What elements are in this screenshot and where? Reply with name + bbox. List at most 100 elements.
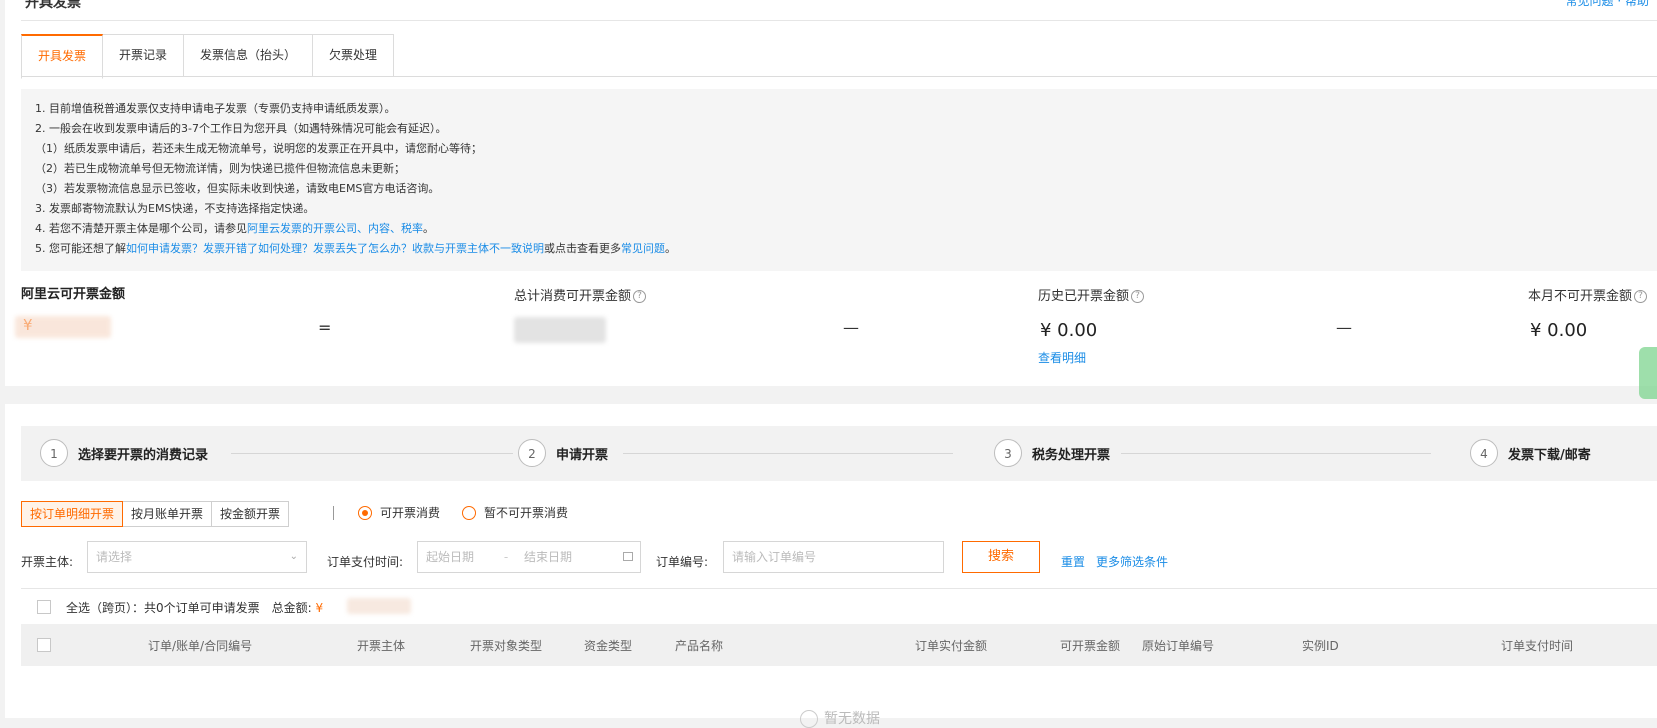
invoice-top-panel: 开具发票 常见问题 · 帮助 开具发票 开票记录 发票信息（抬头） 欠票处理 1…	[5, 0, 1657, 399]
tabs-divider	[21, 76, 1657, 77]
header-help-link[interactable]: 常见问题 · 帮助	[1566, 0, 1649, 9]
header-divider	[21, 20, 1657, 21]
notice-line-1: 1. 目前增值税普通发票仅支持申请电子发票（专票仍支持申请纸质发票）。	[35, 102, 396, 115]
total-amount-mask	[514, 317, 606, 343]
select-all-count: 全选（跨页）：共0个订单可申请发票	[66, 601, 260, 615]
step-connector	[231, 453, 513, 454]
radio-invoiceable-label: 可开票消费	[380, 506, 441, 520]
reset-link[interactable]: 重置	[1061, 553, 1085, 570]
mode-by-month-button[interactable]: 按月账单开票	[123, 501, 213, 527]
notice-line-4: （2）若已生成物流单号但无物流详情，则为快递已揽件但物流信息未更新；	[35, 162, 405, 175]
entity-label: 开票主体:	[21, 555, 74, 569]
notice-line-7-text: 4. 若您不清楚开票主体是哪个公司，请参见	[35, 222, 247, 235]
available-amount-mask	[15, 316, 111, 338]
select-all-text: 全选（跨页）：共0个订单可申请发票 总金额: ¥	[66, 599, 323, 616]
col-paid-amount: 订单实付金额	[915, 639, 988, 653]
entity-select[interactable]: 请选择 ⌄	[87, 541, 307, 573]
select-all-checkbox[interactable]	[37, 600, 51, 614]
history-amount-label-text: 历史已开票金额	[1038, 289, 1130, 304]
minus-sign-2: —	[1336, 318, 1352, 337]
step-connector	[1121, 453, 1431, 454]
step-4: 4 发票下载/邮寄	[1470, 438, 1591, 468]
order-number-label: 订单编号:	[656, 555, 709, 569]
help-icon[interactable]: ?	[1634, 290, 1648, 303]
mode-by-amount-button[interactable]: 按金额开票	[212, 501, 290, 527]
order-number-input[interactable]: 请输入订单编号	[723, 541, 944, 573]
header-checkbox[interactable]	[37, 638, 51, 652]
col-invoiceable-amount: 可开票金额	[1060, 639, 1121, 653]
history-amount-label: 历史已开票金额?	[1038, 285, 1145, 304]
step-3-number: 3	[994, 439, 1022, 467]
radio-checked-icon[interactable]	[358, 505, 372, 520]
step-connector	[623, 453, 953, 454]
notice-box: 1. 目前增值税普通发票仅支持申请电子发票（专票仍支持申请纸质发票）。 2. 一…	[21, 89, 1657, 271]
mode-by-order-button[interactable]: 按订单明细开票	[21, 501, 124, 527]
radio-not-invoiceable-label: 暂不可开票消费	[484, 506, 569, 520]
invoice-mode-switch: 按订单明细开票 按月账单开票 按金额开票	[21, 501, 290, 527]
select-all-row: 全选（跨页）：共0个订单可申请发票 总金额: ¥	[21, 588, 1657, 625]
col-entity: 开票主体	[357, 639, 406, 653]
tab-issue-invoice[interactable]: 开具发票	[21, 34, 104, 79]
equals-sign: =	[318, 318, 332, 337]
notice-line-3: （1）纸质发票申请后，若还未生成无物流单号，说明您的发票正在开具中，请您耐心等待…	[35, 142, 482, 155]
step-1-label: 选择要开票的消费记录	[78, 447, 209, 463]
available-amount-label: 阿里云可开票金额	[21, 287, 126, 302]
notice-line-7: 4. 若您不清楚开票主体是哪个公司，请参见阿里云发票的开票公司、内容、税率。	[35, 219, 1643, 239]
col-product-name: 产品名称	[675, 639, 724, 653]
invoice-tabs: 开具发票 开票记录 发票信息（抬头） 欠票处理	[21, 34, 395, 79]
step-1-number: 1	[40, 439, 68, 467]
calendar-icon	[623, 552, 633, 561]
tab-invoice-records[interactable]: 开票记录	[103, 34, 185, 77]
help-icon[interactable]: ?	[633, 290, 647, 303]
search-button[interactable]: 搜索	[962, 541, 1040, 573]
invoice-apply-panel: 1 选择要开票的消费记录 2 申请开票 3 税务处理开票 4 发票下载/邮寄 按…	[5, 404, 1657, 728]
more-filters-link[interactable]: 更多筛选条件	[1096, 553, 1168, 570]
col-instance-id: 实例ID	[1302, 639, 1339, 653]
entity-select-placeholder: 请选择	[96, 550, 133, 564]
empty-text: 暂无数据	[824, 711, 880, 727]
col-order-number: 订单/账单/合同编号	[148, 639, 253, 653]
filter-separator	[333, 506, 334, 520]
table-header: 订单/账单/合同编号 开票主体 开票对象类型 资金类型 产品名称 订单实付金额 …	[21, 624, 1657, 666]
end-date-placeholder: 结束日期	[524, 550, 573, 564]
notice-line-8-text: 5. 您可能还想了解	[35, 242, 126, 255]
tab-arrears[interactable]: 欠票处理	[313, 34, 395, 77]
faq-topics-link[interactable]: 如何申请发票？发票开错了如何处理？发票丢失了怎么办？收款与开票主体不一致说明	[126, 242, 544, 255]
month-amount-label: 本月不可开票金额?	[1528, 285, 1648, 304]
date-separator: -	[503, 550, 509, 564]
notice-line-8-end: 。	[665, 242, 676, 255]
step-3: 3 税务处理开票	[994, 438, 1110, 468]
page-title: 开具发票	[25, 0, 81, 11]
view-detail-link[interactable]: 查看明细	[1038, 349, 1086, 366]
notice-line-8: 5. 您可能还想了解如何申请发票？发票开错了如何处理？发票丢失了怎么办？收款与开…	[35, 239, 1643, 259]
tab-invoice-info[interactable]: 发票信息（抬头）	[184, 34, 314, 77]
total-amount-label-text: 总计消费可开票金额	[514, 289, 632, 304]
history-amount-value: ¥ 0.00	[1040, 320, 1098, 341]
notice-line-7-end: 。	[423, 222, 434, 235]
notice-line-8-middle: 或点击查看更多	[544, 242, 621, 255]
empty-state: 暂无数据	[800, 708, 880, 728]
col-pay-time: 订单支付时间	[1501, 639, 1574, 653]
total-amount-label: 总金额:	[271, 601, 312, 615]
total-amount-mask	[347, 598, 411, 614]
date-range-picker[interactable]: 起始日期 - 结束日期	[417, 541, 641, 573]
step-4-label: 发票下载/邮寄	[1508, 447, 1591, 463]
paytime-label: 订单支付时间:	[327, 555, 404, 569]
radio-not-invoiceable[interactable]: 暂不可开票消费	[462, 504, 568, 521]
help-icon[interactable]: ?	[1131, 290, 1145, 303]
radio-unchecked-icon[interactable]	[462, 505, 476, 520]
total-amount-label: 总计消费可开票金额?	[514, 285, 647, 304]
step-bar: 1 选择要开票的消费记录 2 申请开票 3 税务处理开票 4 发票下载/邮寄	[21, 426, 1657, 481]
invoice-company-link[interactable]: 阿里云发票的开票公司、内容、税率	[247, 222, 423, 235]
floating-side-button[interactable]	[1639, 347, 1657, 399]
minus-sign-1: —	[843, 318, 859, 337]
radio-invoiceable[interactable]: 可开票消费	[358, 504, 440, 521]
notice-line-6: 3. 发票邮寄物流默认为EMS快递，不支持选择指定快递。	[35, 202, 315, 215]
faq-link[interactable]: 常见问题	[621, 242, 665, 255]
step-1: 1 选择要开票的消费记录	[40, 438, 208, 468]
start-date-placeholder: 起始日期	[426, 550, 475, 564]
notice-line-5: （3）若发票物流信息显示已签收，但实际未收到快递，请致电EMS官方电话咨询。	[35, 182, 440, 195]
order-number-placeholder: 请输入订单编号	[732, 550, 817, 564]
step-3-label: 税务处理开票	[1032, 447, 1111, 463]
chevron-down-icon: ⌄	[289, 551, 298, 562]
